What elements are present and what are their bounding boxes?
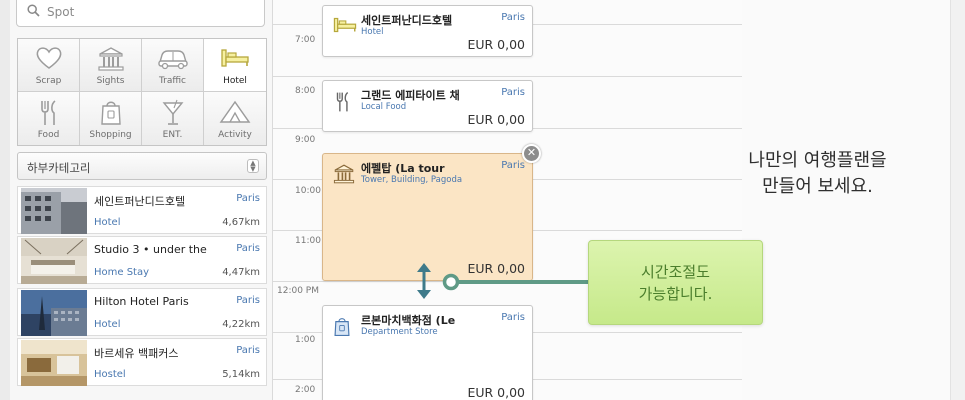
spot-distance: 5,14km	[222, 369, 260, 380]
hour-label: 8:00	[295, 86, 316, 96]
subcategory-select[interactable]: 하부카테고리 ▲ ▼	[17, 152, 267, 180]
bed-icon	[221, 49, 249, 67]
schedule-item-selected[interactable]: 에펠탑 (La tour Tower, Building, Pagoda Par…	[322, 153, 533, 281]
category-label: Shopping	[89, 130, 132, 140]
spot-list-item[interactable]: Studio 3 • under the Paris Home Stay 4,4…	[17, 236, 267, 284]
spot-type: Hotel	[94, 217, 121, 228]
tooltip-text: 시간조절도 가능합니다.	[638, 263, 713, 303]
category-label: Food	[37, 130, 60, 140]
hour-label: 12:00 PM	[277, 286, 319, 296]
category-hotel[interactable]: Hotel	[204, 39, 266, 92]
spot-distance: 4,67km	[222, 217, 260, 228]
category-sights[interactable]: Sights	[80, 39, 142, 92]
landmark-icon	[333, 164, 355, 184]
schedule-item-type: Tower, Building, Pagoda	[361, 175, 463, 185]
schedule-item-type: Department Store	[361, 327, 438, 337]
schedule-item-type: Hotel	[361, 27, 384, 37]
schedule-item-price: EUR 0,00	[467, 112, 525, 127]
spot-type: Home Stay	[94, 267, 150, 278]
landmark-icon	[97, 47, 124, 71]
hour-label: 9:00	[295, 135, 316, 145]
search-icon	[27, 4, 40, 17]
schedule-item-price: EUR 0,00	[467, 37, 525, 52]
category-label: Scrap	[35, 76, 62, 86]
callout-connector	[442, 273, 592, 291]
category-label: Hotel	[223, 76, 247, 86]
hour-label: 7:00	[295, 35, 316, 45]
fork-knife-icon	[40, 100, 56, 125]
spot-type: Hotel	[94, 319, 121, 330]
spot-list-item[interactable]: 세인트퍼난디드호텔 Paris Hotel 4,67km	[17, 186, 267, 234]
spot-thumbnail	[21, 188, 87, 234]
cocktail-icon	[162, 99, 183, 125]
spot-city: Paris	[236, 295, 260, 306]
category-label: Sights	[96, 76, 125, 86]
spot-thumbnail	[21, 340, 87, 386]
promo-text: 나만의 여행플랜을 만들어 보세요.	[748, 150, 887, 197]
category-shopping[interactable]: Shopping	[80, 92, 142, 145]
fork-knife-icon	[336, 92, 349, 112]
subcategory-value: 하부카테고리	[27, 161, 91, 175]
hour-label: 2:00	[295, 385, 316, 395]
schedule-item-price: EUR 0,00	[467, 385, 525, 400]
hour-label: 1:00	[295, 335, 316, 345]
spot-thumbnail	[21, 290, 87, 336]
right-area	[742, 0, 950, 400]
schedule-item-name: 르본마치백화점 (Le	[361, 314, 456, 327]
search-box[interactable]: Spot	[16, 0, 265, 27]
right-edge-strip	[950, 0, 965, 400]
spot-name: Hilton Hotel Paris	[94, 295, 189, 308]
category-food[interactable]: Food	[18, 92, 80, 145]
hour-label: 11:00	[295, 236, 321, 246]
category-label: ENT.	[162, 130, 183, 140]
schedule-item-name: 에펠탑 (La tour	[361, 162, 445, 175]
category-scrap[interactable]: Scrap	[18, 39, 80, 92]
category-grid: Scrap Sights Traffic Hotel Food Shopping…	[17, 38, 267, 146]
category-label: Traffic	[158, 76, 187, 86]
schedule-item[interactable]: 르본마치백화점 (Le Department Store Paris EUR 0…	[322, 305, 533, 400]
shopping-bag-icon	[100, 101, 121, 125]
spot-type: Hostel	[94, 369, 126, 380]
schedule-item-city: Paris	[501, 160, 525, 171]
schedule-item-type: Local Food	[361, 102, 407, 112]
car-icon	[157, 50, 188, 70]
schedule-item-name: 세인트퍼난디드호텔	[361, 14, 453, 27]
spot-city: Paris	[236, 193, 260, 204]
schedule-item-city: Paris	[501, 12, 525, 23]
schedule-item-city: Paris	[501, 312, 525, 323]
heart-icon	[36, 47, 61, 69]
spot-distance: 4,22km	[222, 319, 260, 330]
spot-name: Studio 3 • under the	[94, 243, 207, 256]
schedule-item-name: 그랜드 에피타이트 채	[361, 89, 460, 102]
tent-icon	[219, 100, 251, 123]
spot-thumbnail	[21, 238, 87, 284]
shopping-bag-icon	[334, 318, 350, 337]
schedule-item[interactable]: 그랜드 에피타이트 채 Local Food Paris EUR 0,00	[322, 80, 533, 132]
resize-handle-icon[interactable]	[416, 263, 432, 299]
time-adjust-tooltip: 시간조절도 가능합니다.	[588, 240, 763, 325]
select-arrows-icon: ▲ ▼	[247, 159, 259, 173]
hour-label: 10:00	[295, 186, 321, 196]
category-label: Activity	[218, 130, 252, 140]
category-activity[interactable]: Activity	[204, 92, 266, 145]
hour-divider	[273, 76, 743, 77]
spot-city: Paris	[236, 345, 260, 356]
spot-list-item[interactable]: 바르세유 백패커스 Paris Hostel 5,14km	[17, 338, 267, 386]
spot-name: 바르세유 백패커스	[94, 347, 179, 360]
spot-name: 세인트퍼난디드호텔	[94, 195, 186, 208]
spot-panel: Spot Scrap Sights Traffic Hotel Food Sho…	[10, 0, 272, 400]
category-ent[interactable]: ENT.	[142, 92, 204, 145]
schedule-item[interactable]: 세인트퍼난디드호텔 Hotel Paris EUR 0,00	[322, 5, 533, 57]
spot-city: Paris	[236, 243, 260, 254]
close-icon[interactable]: ✕	[522, 144, 541, 163]
spot-list-item[interactable]: Hilton Hotel Paris Paris Hotel 4,22km	[17, 288, 267, 336]
category-traffic[interactable]: Traffic	[142, 39, 204, 92]
schedule-item-city: Paris	[501, 87, 525, 98]
search-input[interactable]: Spot	[47, 5, 74, 19]
spot-distance: 4,47km	[222, 267, 260, 278]
bed-icon	[333, 17, 357, 33]
